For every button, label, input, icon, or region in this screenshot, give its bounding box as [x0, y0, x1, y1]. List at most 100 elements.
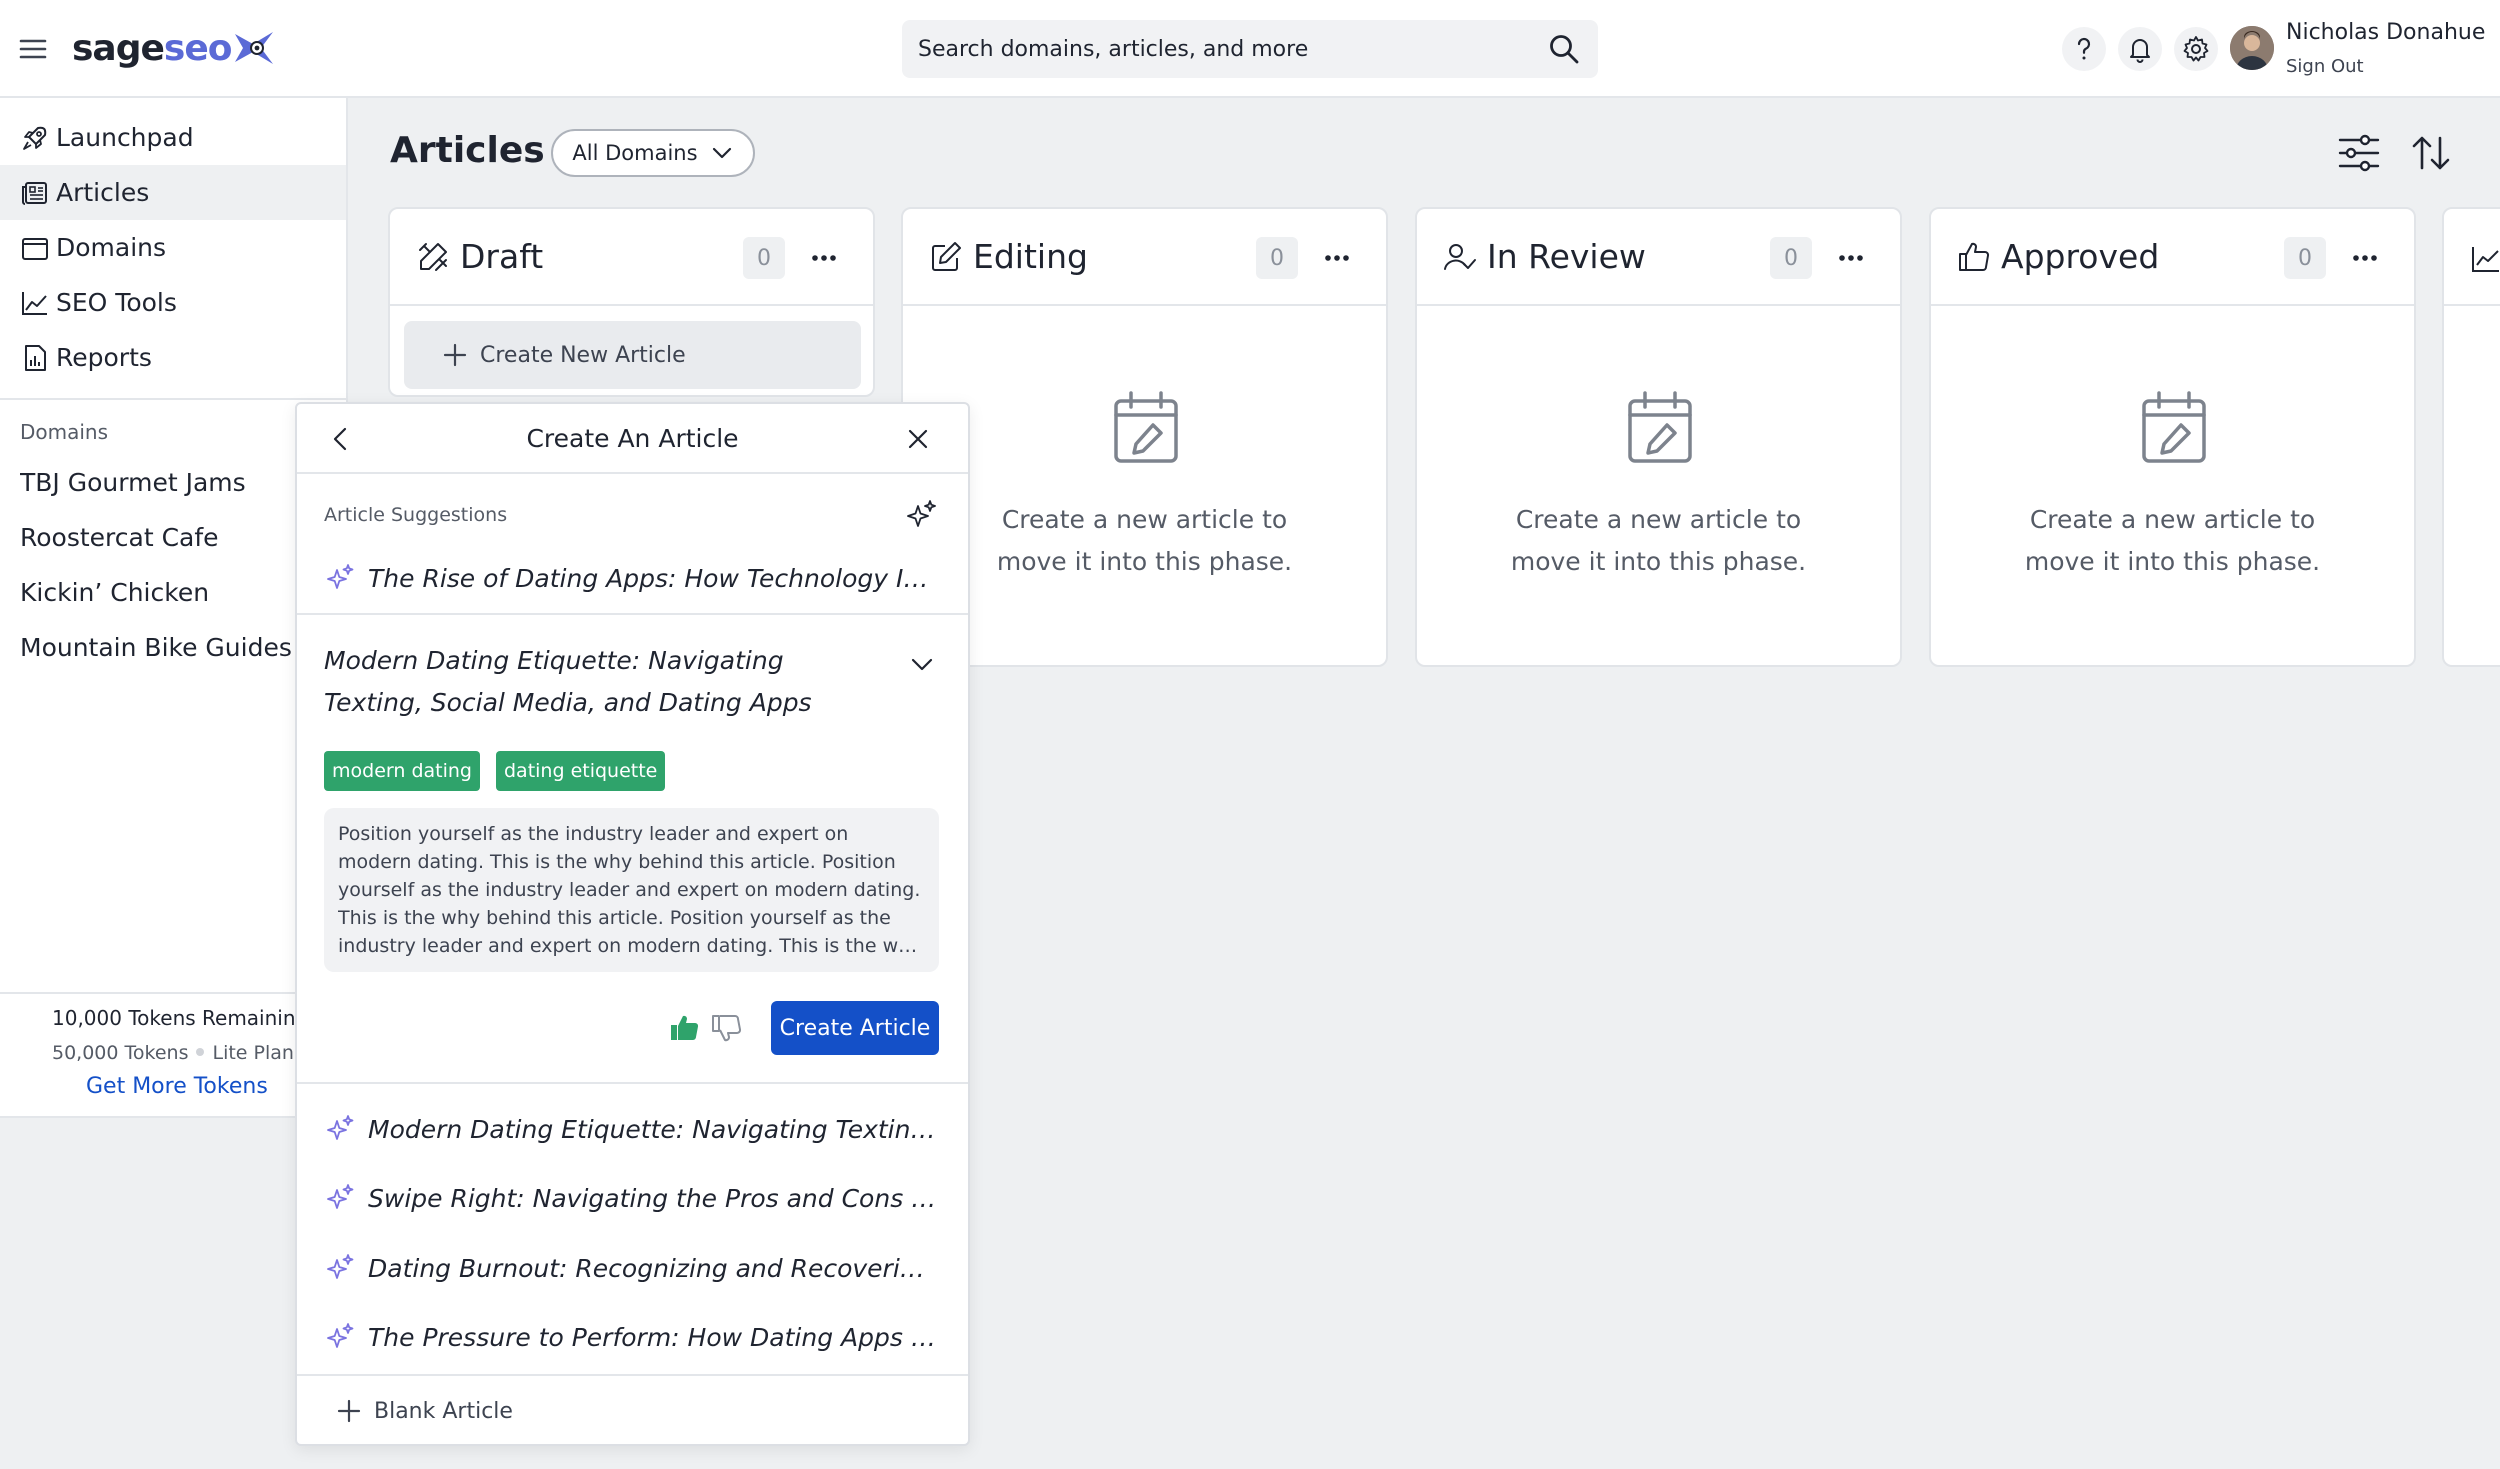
suggestion-item[interactable]: The Rise of Dating Apps: How Technology …: [297, 550, 968, 606]
sparkle-icon: [324, 562, 356, 594]
empty-state-line: move it into this phase.: [996, 547, 1293, 576]
column-title: In Review: [1487, 237, 1646, 276]
create-new-article-label: Create New Article: [480, 342, 686, 368]
filter-sliders-icon[interactable]: [2336, 130, 2382, 176]
empty-state-line: move it into this phase.: [1510, 547, 1807, 576]
expanded-suggestion-title[interactable]: Modern Dating Etiquette: Navigating Text…: [324, 640, 884, 724]
empty-state-line: Create a new article to: [1515, 505, 1802, 534]
gear-icon[interactable]: [2174, 27, 2218, 71]
plus-icon: [336, 1398, 362, 1424]
suggestion-title: The Pressure to Perform: How Dating Apps…: [368, 1322, 940, 1352]
keyword-tag: modern dating: [324, 751, 480, 791]
suggestion-item[interactable]: Swipe Right: Navigating the Pros and Con…: [297, 1170, 968, 1226]
panel-title: Create An Article: [526, 424, 739, 453]
article-description: Position yourself as the industry leader…: [324, 808, 939, 972]
suggestion-title: Modern Dating Etiquette: Navigating Text…: [368, 1114, 940, 1144]
more-options-icon[interactable]: [1318, 239, 1356, 277]
logo[interactable]: sageseo: [72, 22, 275, 74]
sparkle-icon: [324, 1321, 356, 1353]
newspaper-icon: [20, 178, 50, 208]
sidebar-item-label: SEO Tools: [56, 288, 177, 317]
more-options-icon[interactable]: [1832, 239, 1870, 277]
domain-filter-dropdown[interactable]: All Domains: [551, 129, 755, 177]
tokens-total: 50,000 Tokens: [52, 1042, 189, 1064]
divider: [0, 398, 346, 400]
help-icon[interactable]: [2062, 27, 2106, 71]
blank-article-label: Blank Article: [374, 1398, 513, 1424]
empty-state-text: Create a new article to move it into thi…: [1931, 499, 2414, 583]
sidebar-item-seo-tools[interactable]: SEO Tools: [0, 275, 346, 330]
create-article-button[interactable]: Create Article: [771, 1001, 939, 1055]
menu-icon[interactable]: [16, 32, 50, 66]
sort-icon[interactable]: [2408, 130, 2454, 176]
calendar-edit-icon: [1111, 389, 1181, 465]
logo-text: sageseo: [72, 27, 232, 69]
thumbs-up-icon[interactable]: [668, 1012, 700, 1044]
calendar-edit-icon: [2139, 389, 2209, 465]
column-header: In Review 0: [1417, 209, 1900, 306]
suggestion-title: The Rise of Dating Apps: How Technology …: [368, 563, 940, 593]
column-title: Draft: [460, 237, 544, 276]
edit-icon: [929, 240, 963, 274]
sparkle-icon[interactable]: [904, 498, 938, 532]
thumbs-down-icon[interactable]: [710, 1012, 742, 1044]
column-count-badge: 0: [2284, 237, 2326, 279]
sidebar-item-launchpad[interactable]: Launchpad: [0, 110, 346, 165]
tokens-plan: 50,000 Tokens Lite Plan: [52, 1042, 294, 1064]
sidebar-item-label: Articles: [56, 178, 150, 207]
draft-icon: [416, 240, 450, 274]
column-approved: Approved 0 Create a new article to move …: [1929, 207, 2416, 667]
user-name: Nicholas Donahue: [2286, 20, 2486, 45]
search-icon[interactable]: [1546, 31, 1582, 67]
suggestion-item[interactable]: The Pressure to Perform: How Dating Apps…: [297, 1309, 968, 1365]
thumbs-up-icon: [1957, 240, 1991, 274]
avatar[interactable]: [2230, 26, 2274, 70]
plan-name: Lite Plan: [212, 1042, 294, 1064]
empty-state-line: move it into this phase.: [2024, 547, 2321, 576]
page-title: Articles: [390, 130, 545, 171]
column-in-review: In Review 0 Create a new article to move…: [1415, 207, 1902, 667]
sign-out-link[interactable]: Sign Out: [2286, 56, 2364, 77]
empty-state-text: Create a new article to move it into thi…: [903, 499, 1386, 583]
close-icon[interactable]: [904, 425, 932, 453]
chart-line-icon: [2470, 243, 2500, 275]
chevron-down-icon: [710, 141, 734, 165]
divider: [297, 1082, 968, 1084]
empty-state-line: Create a new article to: [2029, 505, 2316, 534]
column-count-badge: 0: [743, 237, 785, 279]
column-header: Draft 0: [390, 209, 873, 306]
empty-state-text: Create a new article to move it into thi…: [1417, 499, 1900, 583]
suggestion-item[interactable]: Modern Dating Etiquette: Navigating Text…: [297, 1101, 968, 1157]
sidebar-item-label: Domains: [56, 233, 167, 262]
panel-header: Create An Article: [297, 404, 968, 474]
suggestion-title: Swipe Right: Navigating the Pros and Con…: [368, 1183, 940, 1213]
tokens-remaining: 10,000 Tokens Remaining: [52, 1006, 309, 1030]
column-published-partial: [2442, 207, 2500, 667]
column-editing: Editing 0 Create a new article to move i…: [901, 207, 1388, 667]
more-options-icon[interactable]: [805, 239, 843, 277]
column-title: Approved: [2001, 237, 2160, 276]
column-header: Editing 0: [903, 209, 1386, 306]
suggestion-item[interactable]: Dating Burnout: Recognizing and Recoveri…: [297, 1240, 968, 1296]
sidebar-item-reports[interactable]: Reports: [0, 330, 346, 385]
sidebar-item-domains[interactable]: Domains: [0, 220, 346, 275]
domains-section-title: Domains: [20, 420, 109, 444]
blank-article-button[interactable]: Blank Article: [297, 1374, 968, 1446]
chevron-down-icon[interactable]: [908, 650, 936, 678]
report-icon: [20, 343, 50, 373]
get-more-tokens-link[interactable]: Get More Tokens: [86, 1074, 268, 1099]
suggestion-title: Dating Burnout: Recognizing and Recoveri…: [368, 1253, 940, 1283]
search-input[interactable]: [918, 36, 1546, 62]
keyword-tag: dating etiquette: [496, 751, 666, 791]
search-bar: [902, 20, 1598, 78]
bell-icon[interactable]: [2118, 27, 2162, 71]
plus-icon: [442, 342, 468, 368]
article-description-text: Position yourself as the industry leader…: [338, 823, 922, 957]
column-header: Approved 0: [1931, 209, 2414, 306]
sparkle-icon: [324, 1182, 356, 1214]
empty-state-line: Create a new article to: [1001, 505, 1288, 534]
sidebar-item-articles[interactable]: Articles: [0, 165, 346, 220]
chart-line-icon: [20, 288, 50, 318]
more-options-icon[interactable]: [2346, 239, 2384, 277]
create-new-article-button[interactable]: Create New Article: [404, 321, 861, 389]
